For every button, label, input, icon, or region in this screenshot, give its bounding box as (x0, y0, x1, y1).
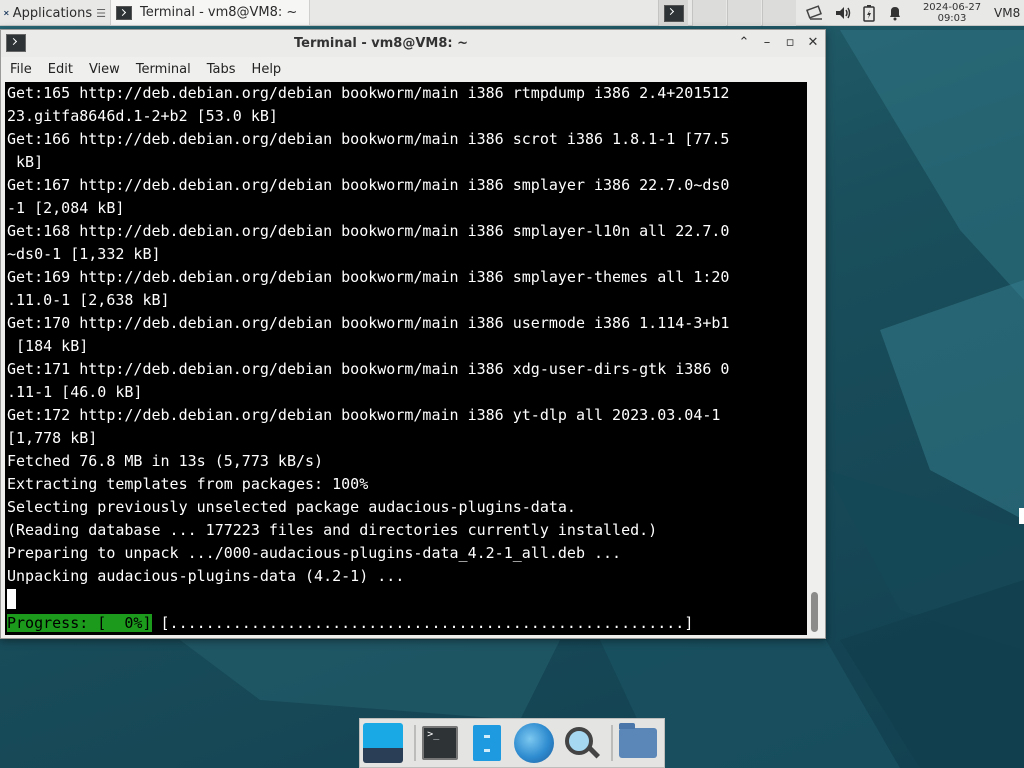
menu-edit[interactable]: Edit (41, 62, 80, 77)
terminal-line: Get:165 http://deb.debian.org/debian boo… (7, 84, 730, 102)
progress-bar: [.......................................… (151, 614, 694, 632)
notification-bell-icon[interactable] (886, 4, 904, 22)
dock-app-finder-button[interactable] (560, 721, 601, 765)
progress-label: Progress: [ 0%] (7, 614, 152, 632)
workspace-1-button[interactable] (658, 0, 688, 26)
taskbar-terminal-button[interactable]: Terminal - vm8@VM8: ~ (110, 0, 310, 26)
window-title: Terminal - vm8@VM8: ~ (293, 36, 469, 51)
terminal-window: Terminal - vm8@VM8: ~ ⌃ – ▫ ✕ File Edit … (0, 29, 826, 639)
terminal-line: Get:172 http://deb.debian.org/debian boo… (7, 406, 721, 424)
menu-help[interactable]: Help (245, 62, 289, 77)
minimize-button[interactable]: – (757, 34, 777, 52)
terminal-line: Get:167 http://deb.debian.org/debian boo… (7, 176, 730, 194)
scrollbar-thumb[interactable] (811, 592, 818, 632)
terminal-line: Get:168 http://deb.debian.org/debian boo… (7, 222, 730, 240)
terminal-line: kB] (7, 153, 44, 171)
terminal-line: Selecting previously unselected package … (7, 498, 576, 516)
terminal-scrollbar[interactable] (808, 82, 822, 635)
terminal-line: [1,778 kB] (7, 429, 98, 447)
show-desktop-icon (363, 723, 404, 763)
show-desktop-button[interactable] (363, 721, 404, 765)
globe-icon (513, 723, 554, 763)
terminal-line: -1 [2,084 kB] (7, 199, 125, 217)
mouse-cursor-icon (1019, 508, 1024, 524)
progress-line: Progress: [ 0%] [.......................… (7, 612, 693, 635)
menu-terminal[interactable]: Terminal (129, 62, 198, 77)
dock (359, 718, 665, 768)
close-button[interactable]: ✕ (803, 34, 823, 52)
clock-date: 2024-06-27 (922, 2, 982, 13)
shade-button[interactable]: ⌃ (734, 34, 754, 52)
terminal-line: Preparing to unpack .../000-audacious-pl… (7, 544, 622, 562)
terminal-line: [184 kB] (7, 337, 89, 355)
terminal-output[interactable]: Get:165 http://deb.debian.org/debian boo… (5, 82, 807, 635)
terminal-line: Get:166 http://deb.debian.org/debian boo… (7, 130, 730, 148)
terminal-icon (422, 726, 459, 760)
network-icon[interactable] (806, 4, 824, 22)
dock-folder-button[interactable] (617, 721, 658, 765)
applications-menu-button[interactable]: Applications ☰ (0, 0, 106, 26)
terminal-line: .11.0-1 [2,638 kB] (7, 291, 170, 309)
menu-file[interactable]: File (3, 62, 39, 77)
workspace-2-button[interactable] (692, 0, 726, 26)
workspace-3-button[interactable] (727, 0, 761, 26)
xfce-logo-icon (4, 10, 9, 16)
battery-icon[interactable] (860, 4, 878, 22)
terminal-line: (Reading database ... 177223 files and d… (7, 521, 658, 539)
terminal-line: ~ds0-1 [1,332 kB] (7, 245, 161, 263)
file-cabinet-icon (473, 725, 502, 761)
applications-menu-label: Applications (12, 5, 93, 21)
terminal-line: Unpacking audacious-plugins-data (4.2-1)… (7, 567, 405, 585)
dock-file-manager-button[interactable] (467, 721, 508, 765)
terminal-line: Fetched 76.8 MB in 13s (5,773 kB/s) (7, 452, 324, 470)
terminal-line: Extracting templates from packages: 100% (7, 475, 369, 493)
maximize-button[interactable]: ▫ (780, 34, 800, 52)
taskbar-terminal-label: Terminal - vm8@VM8: ~ (140, 5, 298, 20)
workspace-4-button[interactable] (762, 0, 796, 26)
menu-grip-icon: ☰ (96, 6, 106, 20)
clock[interactable]: 2024-06-27 09:03 (916, 0, 988, 26)
terminal-line: Get:169 http://deb.debian.org/debian boo… (7, 268, 730, 286)
menu-tabs[interactable]: Tabs (200, 62, 243, 77)
menubar: File Edit View Terminal Tabs Help (1, 57, 825, 81)
clock-time: 09:03 (937, 13, 967, 24)
dock-separator (611, 725, 614, 761)
user-menu-button[interactable]: VM8 (994, 0, 1024, 26)
window-titlebar[interactable]: Terminal - vm8@VM8: ~ ⌃ – ▫ ✕ (1, 30, 825, 57)
menu-view[interactable]: View (82, 62, 127, 77)
dock-web-browser-button[interactable] (513, 721, 554, 765)
top-panel: Applications ☰ Terminal - vm8@VM8: ~ 202… (0, 0, 1024, 26)
dock-separator (413, 725, 416, 761)
terminal-line: Get:171 http://deb.debian.org/debian boo… (7, 360, 730, 378)
terminal-cursor (7, 589, 16, 609)
volume-icon[interactable] (834, 4, 852, 22)
terminal-icon (663, 4, 684, 22)
terminal-line: .11-1 [46.0 kB] (7, 383, 143, 401)
dock-terminal-button[interactable] (420, 721, 461, 765)
folder-icon (618, 723, 657, 758)
magnifier-handle (588, 746, 601, 759)
terminal-line: 23.gitfa8646d.1-2+b2 [53.0 kB] (7, 107, 278, 125)
terminal-icon (116, 5, 132, 20)
terminal-line: Get:170 http://deb.debian.org/debian boo… (7, 314, 730, 332)
